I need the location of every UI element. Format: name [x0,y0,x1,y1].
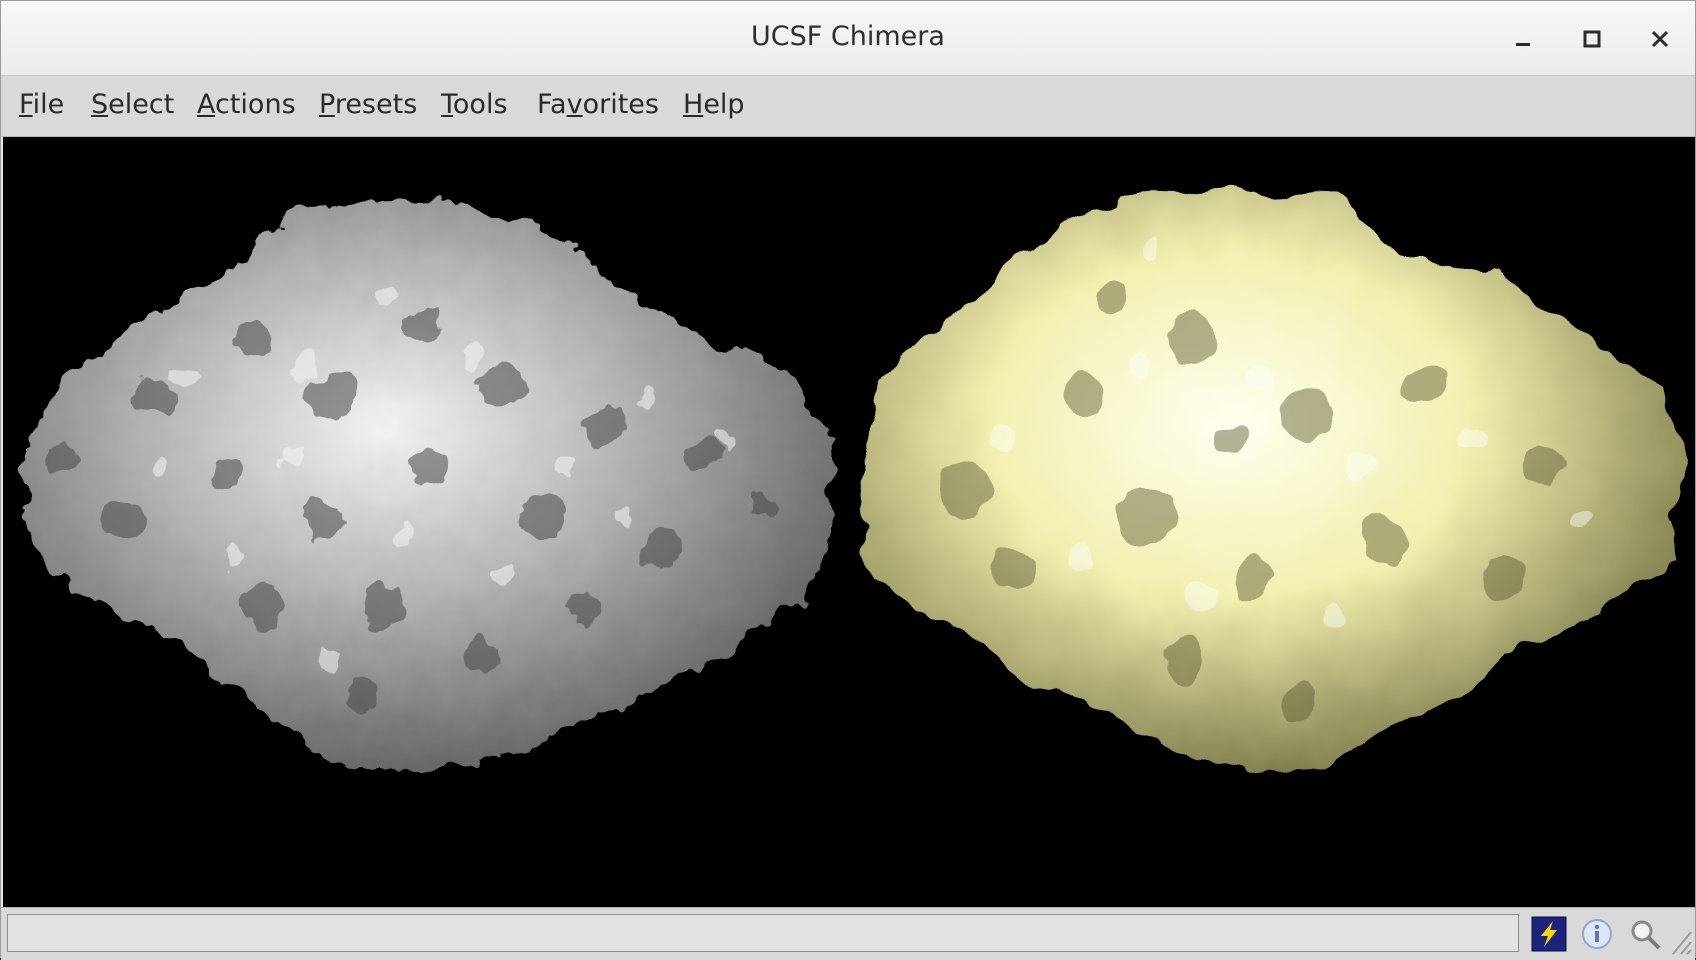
menu-select[interactable]: Select [91,89,174,120]
menu-presets[interactable]: Presets [319,89,417,120]
command-line-button[interactable] [1531,916,1567,952]
menu-help[interactable]: Help [683,89,745,120]
resize-grip-icon[interactable] [1667,926,1693,956]
search-button[interactable] [1627,916,1663,952]
graphics-viewport[interactable] [3,137,1695,907]
density-map-gray[interactable] [21,199,833,773]
search-icon [1631,920,1661,950]
viewport-canvas [21,189,1683,777]
density-map-yellow[interactable] [859,189,1683,777]
minimize-icon [1516,43,1530,46]
command-line-icon [1531,916,1567,952]
minimize-button[interactable] [1503,19,1543,59]
info-button[interactable] [1579,916,1615,952]
menu-actions[interactable]: Actions [197,89,296,120]
title-bar[interactable]: UCSF Chimera [1,1,1695,76]
maximize-icon [1583,30,1601,48]
menu-tools[interactable]: Tools [441,89,508,120]
close-button[interactable] [1640,19,1680,59]
maximize-button[interactable] [1572,19,1612,59]
status-message-field [7,914,1519,952]
window-title: UCSF Chimera [751,21,945,52]
menu-file[interactable]: File [19,89,64,120]
info-icon [1582,919,1612,949]
status-bar [1,907,1695,960]
chimera-window: UCSF Chimera File Select Actions Presets… [0,0,1696,960]
close-icon [1651,30,1669,48]
menu-favorites[interactable]: Favorites [537,89,659,120]
menu-bar: File Select Actions Presets Tools Favori… [1,76,1695,137]
